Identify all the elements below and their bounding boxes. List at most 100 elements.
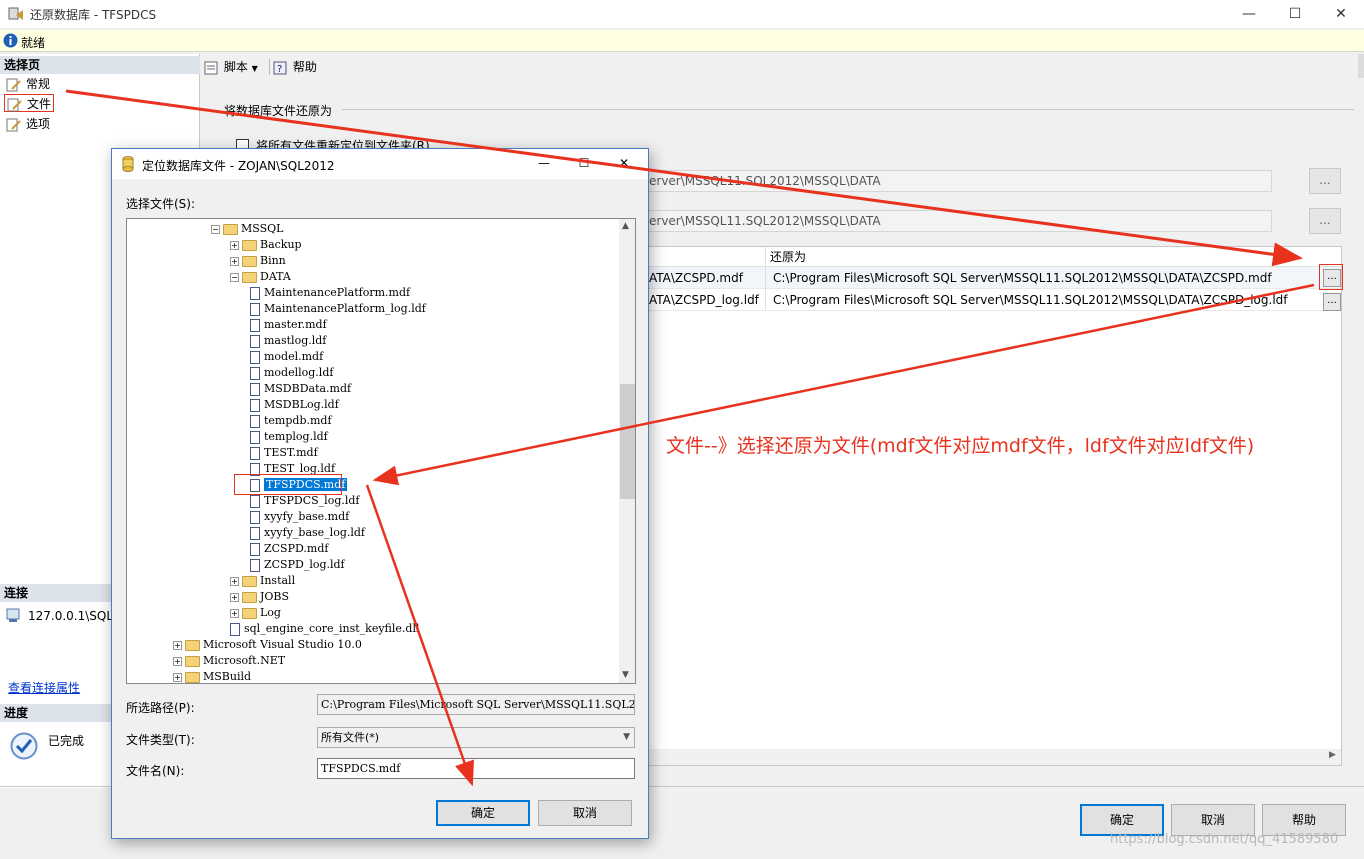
tree-file-item[interactable]: xyyfy_base_log.ldf [250,525,365,541]
file-icon [250,526,260,540]
tree-folder-item[interactable]: + JOBS [230,589,289,605]
file-tree[interactable]: − MSSQL + Backup + Binn − DATA MaintenancePlatfo… [126,218,636,684]
database-icon [122,156,134,172]
select-file-label: 选择文件(S): [126,197,196,211]
path-label: 所选路径(P): [126,701,195,715]
server-icon [6,608,20,622]
file-type-label: 文件类型(T): [126,733,195,747]
help-icon: ? [273,61,287,75]
folder-icon [242,255,257,267]
tree-folder-item[interactable]: + Backup [230,237,302,253]
close-button[interactable]: ✕ [1318,2,1364,26]
expander-icon[interactable]: + [230,240,239,250]
tree-file-item[interactable]: MaintenancePlatform.mdf [250,285,410,301]
script-button[interactable]: 脚本 ▼ [204,56,266,78]
expander-icon[interactable]: + [230,576,239,586]
tree-file-item[interactable]: modellog.ldf [250,365,333,381]
tree-file-item[interactable]: TFSPDCS.mdf [234,474,348,495]
tree-folder-item[interactable]: + Microsoft.NET [173,653,285,669]
file-icon [250,446,260,460]
scroll-down-icon[interactable]: ▼ [622,670,629,680]
watermark: https://blog.csdn.net/qq_41589580 [1110,832,1339,847]
expander-icon[interactable]: + [230,592,239,602]
tree-item-label: model.mdf [264,350,324,363]
row-browse-button[interactable]: ... [1323,293,1341,311]
log-folder-browse-button[interactable]: ... [1309,208,1341,234]
folder-icon [242,239,257,251]
expander-icon[interactable]: + [230,256,239,266]
tree-item-label: DATA [260,270,291,283]
tree-file-item[interactable]: xyyfy_base.mdf [250,509,349,525]
grid-cell-restore-as: C:\Program Files\Microsoft SQL Server\MS… [773,271,1272,285]
minimize-button[interactable]: — [1226,2,1272,26]
group-divider [342,109,1354,110]
completed-check-icon [10,732,38,760]
expander-icon[interactable]: + [173,640,182,650]
file-icon [250,510,260,524]
tree-file-item[interactable]: sql_engine_core_inst_keyfile.dll [230,621,420,637]
tree-file-item[interactable]: TFSPDCS_log.ldf [250,493,360,509]
svg-text:?: ? [277,64,282,75]
table-row[interactable]: ATA\ZCSPD_log.ldf C:\Program Files\Micro… [647,289,1341,311]
dialog-ok-button[interactable]: 确定 [436,800,530,826]
tree-file-item[interactable]: MaintenancePlatform_log.ldf [250,301,426,317]
expander-icon[interactable]: + [173,672,182,682]
tree-file-item[interactable]: MSDBLog.ldf [250,397,339,413]
tree-folder-item[interactable]: + Microsoft Visual Studio 10.0 [173,637,362,653]
page-item-files[interactable]: 文件 [4,94,55,112]
grid-hscrollbar[interactable]: ▶ [647,749,1341,765]
annotation-text: 文件--》选择还原为文件(mdf文件对应mdf文件，ldf文件对应ldf文件) [666,435,1255,457]
tree-item-label: JOBS [260,590,290,603]
dialog-minimize-button[interactable]: — [524,151,564,175]
folder-icon [185,639,200,651]
tree-folder-item[interactable]: − DATA [230,269,291,285]
tree-file-item[interactable]: ZCSPD.mdf [250,541,328,557]
restore-db-icon [8,7,23,20]
file-type-select[interactable]: 所有文件(*) ▼ [317,727,635,748]
page-item-general[interactable]: 常规 [6,75,50,93]
dialog-maximize-button[interactable]: ☐ [564,151,604,175]
data-folder-browse-button[interactable]: ... [1309,168,1341,194]
folder-icon [242,271,257,283]
tree-item-label: Binn [260,254,286,267]
view-connection-properties-link[interactable]: 查看连接属性 [8,679,80,696]
window-title: 还原数据库 - TFSPDCS [30,8,157,22]
row-browse-highlight [1319,264,1343,290]
page-item-options[interactable]: 选项 [6,115,50,133]
file-icon [250,430,260,444]
dialog-close-button[interactable]: ✕ [604,151,644,175]
expander-icon[interactable]: + [173,656,182,666]
dialog-titlebar: 定位数据库文件 - ZOJAN\SQL2012 — ☐ ✕ [112,149,648,179]
tree-item-label: ZCSPD.mdf [264,542,329,555]
tree-folder-item[interactable]: − MSSQL [211,221,283,237]
tree-folder-item[interactable]: + MSBuild [173,669,251,683]
file-icon [250,318,260,332]
tree-folder-item[interactable]: + Binn [230,253,286,269]
tree-vscrollbar[interactable]: ▲ ▼ [619,219,635,683]
expander-icon[interactable]: + [230,608,239,618]
tree-file-item[interactable]: templog.ldf [250,429,328,445]
tree-file-item[interactable]: mastlog.ldf [250,333,326,349]
scroll-up-icon[interactable]: ▲ [622,221,629,231]
help-toolbar-button[interactable]: ? 帮助 [273,56,323,78]
folder-icon [242,575,257,587]
table-row[interactable]: ATA\ZCSPD.mdf C:\Program Files\Microsoft… [647,267,1341,289]
tree-item-label: Install [260,574,296,587]
dialog-cancel-button[interactable]: 取消 [538,800,632,826]
file-name-input[interactable]: TFSPDCS.mdf [317,758,635,779]
tree-folder-item[interactable]: + Log [230,605,281,621]
scroll-thumb[interactable] [620,384,635,499]
data-folder-field: erver\MSSQL11.SQL2012\MSSQL\DATA [646,170,1272,192]
expander-icon[interactable]: − [230,272,239,282]
tree-file-item[interactable]: ZCSPD_log.ldf [250,557,345,573]
maximize-button[interactable]: ☐ [1272,2,1318,26]
tree-file-item[interactable]: model.mdf [250,349,323,365]
tree-file-item[interactable]: master.mdf [250,317,327,333]
tree-folder-item[interactable]: + Install [230,573,295,589]
scroll-right-icon[interactable]: ▶ [1329,750,1336,760]
tree-file-item[interactable]: tempdb.mdf [250,413,332,429]
file-icon [250,334,260,348]
expander-icon[interactable]: − [211,224,220,234]
tree-file-item[interactable]: TEST.mdf [250,445,318,461]
tree-file-item[interactable]: MSDBData.mdf [250,381,351,397]
